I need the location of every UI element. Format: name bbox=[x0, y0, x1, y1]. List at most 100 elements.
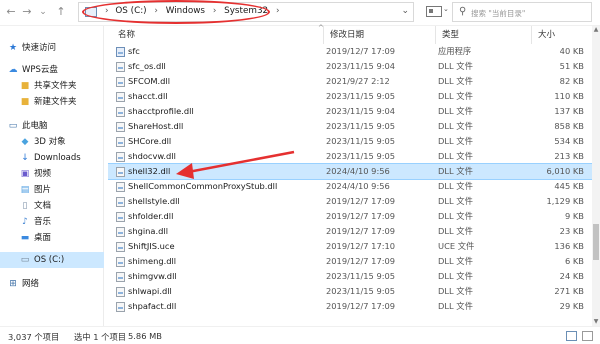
dll-file-icon bbox=[116, 137, 125, 147]
desktop-icon: ▬ bbox=[20, 233, 30, 243]
file-row[interactable]: shimgvw.dll 2023/11/15 9:05 DLL 文件 24 KB bbox=[108, 269, 592, 284]
file-size: 9 KB bbox=[564, 211, 584, 221]
file-row[interactable]: shacctprofile.dll 2023/11/15 9:04 DLL 文件 13… bbox=[108, 104, 592, 119]
column-header-date[interactable]: 修改日期 bbox=[324, 26, 436, 44]
sidebar-item-pictures[interactable]: ▤ 图片 bbox=[0, 182, 104, 198]
view-options-icon[interactable] bbox=[426, 6, 442, 17]
file-modified-date: 2024/4/10 9:56 bbox=[326, 166, 390, 176]
sidebar-item-shared-folder[interactable]: ■ 共享文件夹 bbox=[0, 78, 104, 94]
large-icons-view-icon[interactable] bbox=[582, 331, 593, 341]
file-name: shacctprofile.dll bbox=[128, 106, 194, 116]
file-type: 应用程序 bbox=[438, 46, 472, 56]
scrollbar-thumb[interactable] bbox=[593, 224, 599, 260]
dll-file-icon bbox=[116, 62, 125, 72]
file-name: ShellCommonCommonProxyStub.dll bbox=[128, 181, 278, 191]
file-modified-date: 2023/11/15 9:05 bbox=[326, 271, 396, 281]
sidebar-item-downloads[interactable]: ↓ Downloads bbox=[0, 150, 104, 166]
column-header-type[interactable]: 类型 bbox=[436, 26, 532, 44]
file-name: shdocvw.dll bbox=[128, 151, 176, 161]
forward-button[interactable]: → bbox=[20, 5, 34, 19]
sidebar-item-label: 桌面 bbox=[34, 233, 52, 243]
sidebar-item-label: 文档 bbox=[34, 201, 52, 211]
address-bar[interactable]: › OS (C:) › Windows › System32 › ⌄ bbox=[78, 2, 414, 22]
scroll-up-icon[interactable]: ▲ bbox=[592, 26, 600, 34]
file-row[interactable]: SHCore.dll 2023/11/15 9:05 DLL 文件 534 KB bbox=[108, 134, 592, 149]
search-placeholder: 搜索 "当前目录" bbox=[471, 9, 526, 18]
up-button[interactable]: ↑ bbox=[54, 5, 68, 19]
picture-icon: ▤ bbox=[20, 185, 30, 195]
column-header-name[interactable]: 名称 bbox=[112, 26, 324, 44]
file-row[interactable]: shdocvw.dll 2023/11/15 9:05 DLL 文件 213 KB bbox=[108, 149, 592, 164]
dll-file-icon bbox=[116, 227, 125, 237]
sidebar-item-label: 此电脑 bbox=[22, 121, 48, 131]
file-modified-date: 2021/9/27 2:12 bbox=[326, 76, 390, 86]
search-icon: ⚲ bbox=[459, 6, 467, 17]
file-row[interactable]: shimeng.dll 2019/12/7 17:09 DLL 文件 6 KB bbox=[108, 254, 592, 269]
dll-file-icon bbox=[116, 92, 125, 102]
sidebar-item-label: WPS云盘 bbox=[22, 65, 58, 75]
file-type: UCE 文件 bbox=[438, 241, 475, 251]
file-row[interactable]: ShellCommonCommonProxyStub.dll 2024/4/10 … bbox=[108, 179, 592, 194]
sidebar-item-videos[interactable]: ▣ 视频 bbox=[0, 166, 104, 182]
vertical-scrollbar[interactable]: ▲ ▼ bbox=[592, 26, 600, 326]
breadcrumb-os-c[interactable]: OS (C:) bbox=[115, 6, 146, 16]
file-row[interactable]: SFCOM.dll 2021/9/27 2:12 DLL 文件 82 KB bbox=[108, 74, 592, 89]
dll-file-icon bbox=[116, 77, 125, 87]
cloud-icon: ☁ bbox=[8, 65, 18, 75]
sidebar-item-wps-cloud[interactable]: ☁ WPS云盘 bbox=[0, 62, 104, 78]
file-row[interactable]: shlwapi.dll 2023/11/15 9:05 DLL 文件 271 KB bbox=[108, 284, 592, 299]
computer-icon: ▭ bbox=[8, 121, 18, 131]
sidebar-item-3d-objects[interactable]: ◆ 3D 对象 bbox=[0, 134, 104, 150]
file-type: DLL 文件 bbox=[438, 286, 473, 296]
file-row[interactable]: sfc_os.dll 2023/11/15 9:04 DLL 文件 51 KB bbox=[108, 59, 592, 74]
file-size: 6 KB bbox=[564, 256, 584, 266]
file-row[interactable]: shfolder.dll 2019/12/7 17:09 DLL 文件 9 KB bbox=[108, 209, 592, 224]
file-row[interactable]: shell32.dll 2024/4/10 9:56 DLL 文件 6,010 KB bbox=[108, 163, 592, 180]
sidebar-item-label: 网络 bbox=[22, 279, 40, 289]
details-view-icon[interactable] bbox=[566, 331, 577, 341]
address-dropdown-icon[interactable]: ⌄ bbox=[401, 6, 409, 16]
file-row[interactable]: shpafact.dll 2019/12/7 17:09 DLL 文件 29 KB bbox=[108, 299, 592, 314]
file-list: sfc 2019/12/7 17:09 应用程序 40 KB sfc_os.dll 202… bbox=[108, 44, 592, 326]
breadcrumb-windows[interactable]: Windows bbox=[166, 6, 205, 16]
file-row[interactable]: ShareHost.dll 2023/11/15 9:05 DLL 文件 858 KB bbox=[108, 119, 592, 134]
file-row[interactable]: sfc 2019/12/7 17:09 应用程序 40 KB bbox=[108, 44, 592, 59]
status-bar: 3,037 个项目 选中 1 个项目 5.86 MB bbox=[0, 326, 600, 344]
search-box[interactable]: ⚲ 搜索 "当前目录" bbox=[452, 2, 592, 22]
file-modified-date: 2019/12/7 17:09 bbox=[326, 301, 396, 311]
breadcrumb-system32[interactable]: System32 bbox=[224, 6, 268, 16]
selection-count: 选中 1 个项目 bbox=[74, 332, 127, 342]
sidebar-item-quick-access[interactable]: ★ 快速访问 bbox=[0, 40, 104, 56]
recent-locations-button[interactable]: ⌄ bbox=[36, 5, 50, 19]
sidebar-item-new-folder[interactable]: ■ 新建文件夹 bbox=[0, 94, 104, 110]
sidebar-item-label: OS (C:) bbox=[34, 255, 65, 265]
file-name: shell32.dll bbox=[128, 166, 171, 176]
file-row[interactable]: ShiftJIS.uce 2019/12/7 17:10 UCE 文件 136 KB bbox=[108, 239, 592, 254]
sidebar-item-documents[interactable]: ▯ 文档 bbox=[0, 198, 104, 214]
file-name: shpafact.dll bbox=[128, 301, 177, 311]
file-modified-date: 2023/11/15 9:05 bbox=[326, 91, 396, 101]
sidebar-item-music[interactable]: ♪ 音乐 bbox=[0, 214, 104, 230]
file-row[interactable]: shacct.dll 2023/11/15 9:05 DLL 文件 110 KB bbox=[108, 89, 592, 104]
folder-icon: ■ bbox=[20, 81, 30, 91]
file-row[interactable]: shellstyle.dll 2019/12/7 17:09 DLL 文件 1,129… bbox=[108, 194, 592, 209]
sidebar-item-this-pc[interactable]: ▭ 此电脑 bbox=[0, 118, 104, 134]
sidebar-item-network[interactable]: ⊞ 网络 bbox=[0, 276, 104, 292]
chevron-down-icon[interactable]: ⌄ bbox=[443, 5, 449, 13]
sidebar-item-desktop[interactable]: ▬ 桌面 bbox=[0, 230, 104, 246]
file-modified-date: 2019/12/7 17:09 bbox=[326, 196, 396, 206]
breadcrumb: › OS (C:) › Windows › System32 › bbox=[105, 6, 284, 16]
file-name: shacct.dll bbox=[128, 91, 168, 101]
dll-file-icon bbox=[116, 272, 125, 282]
file-row[interactable]: shgina.dll 2019/12/7 17:09 DLL 文件 23 KB bbox=[108, 224, 592, 239]
back-button[interactable]: ← bbox=[4, 5, 18, 19]
column-header-size[interactable]: 大小 bbox=[532, 26, 592, 44]
scroll-down-icon[interactable]: ▼ bbox=[592, 318, 600, 326]
navigation-pane: ★ 快速访问 ☁ WPS云盘 ■ 共享文件夹 ■ 新建文件夹 ▭ 此电脑 ◆ 3… bbox=[0, 26, 104, 326]
file-modified-date: 2024/4/10 9:56 bbox=[326, 181, 390, 191]
file-type: DLL 文件 bbox=[438, 151, 473, 161]
sidebar-item-os-c[interactable]: ▭ OS (C:) bbox=[0, 252, 104, 268]
sidebar-item-label: 共享文件夹 bbox=[34, 81, 77, 91]
file-type: DLL 文件 bbox=[438, 301, 473, 311]
file-name: shimeng.dll bbox=[128, 256, 177, 266]
